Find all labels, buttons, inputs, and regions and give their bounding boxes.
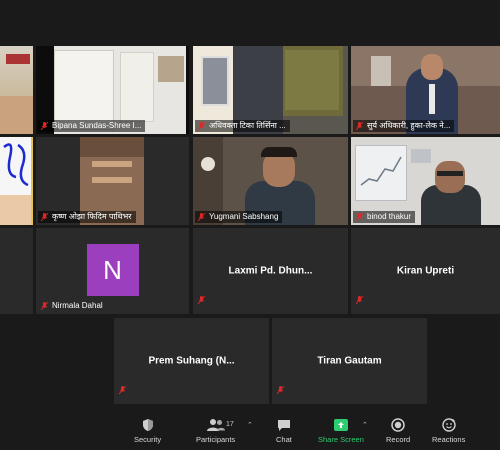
video-tile-partial-left-2[interactable]	[0, 137, 33, 225]
video-tile-bipana[interactable]: Bipana Sundas-Shree I...	[36, 46, 189, 134]
participant-name: सुर्य अधिकारी, हुका-लेक ने...	[367, 121, 451, 130]
video-tile-yugmani[interactable]: Yugmani Sabshang	[193, 137, 348, 225]
security-label: Security	[134, 435, 162, 444]
video-tile-partial-left-1[interactable]	[0, 46, 33, 134]
mic-muted-icon	[40, 121, 49, 131]
participant-name: Nirmala Dahal	[52, 301, 103, 310]
participant-name: अधिवक्ता टिका तिर्सिना ...	[209, 121, 286, 130]
mic-muted-icon	[197, 212, 206, 222]
name-tag: Yugmani Sabshang	[195, 211, 283, 223]
name-tile-kiran[interactable]: Kiran Upreti	[351, 228, 500, 314]
name-tag: Bipana Sundas-Shree I...	[38, 120, 146, 132]
mic-muted-icon	[355, 121, 364, 131]
reactions-button[interactable]: Reactions	[432, 418, 465, 444]
record-icon	[391, 418, 405, 432]
reactions-smiley-icon	[441, 418, 456, 432]
mic-muted-icon	[40, 212, 49, 222]
chat-icon	[277, 420, 290, 431]
participant-name: Kiran Upreti	[396, 265, 455, 277]
participant-name: Prem Suhang (N...	[148, 355, 235, 367]
mic-muted-icon	[40, 301, 49, 311]
mic-muted-icon	[197, 292, 206, 310]
name-tile-laxmi[interactable]: Laxmi Pd. Dhun...	[193, 228, 348, 314]
shield-icon	[142, 419, 153, 431]
security-button[interactable]: Security	[134, 418, 161, 444]
participant-name: Bipana Sundas-Shree I...	[52, 121, 142, 130]
video-tile-surya[interactable]: सुर्य अधिकारी, हुका-लेक ने...	[351, 46, 500, 134]
participants-icon	[206, 419, 225, 431]
name-tag: Nirmala Dahal	[38, 300, 107, 312]
participant-count: 17	[226, 421, 234, 428]
chat-label: Chat	[276, 435, 292, 444]
avatar-tile-nirmala[interactable]: N Nirmala Dahal	[36, 228, 189, 314]
video-tile-tika[interactable]: अधिवक्ता टिका तिर्सिना ...	[193, 46, 348, 134]
name-tag: कृष्ण ओझा फिदिम पाथिभर	[38, 211, 136, 223]
name-tag: सुर्य अधिकारी, हुका-लेक ने...	[353, 120, 455, 132]
share-chevron-up-icon[interactable]: ⌃	[362, 421, 368, 429]
share-screen-label: Share Screen	[318, 435, 364, 444]
record-button[interactable]: Record	[386, 418, 410, 444]
participant-name: Laxmi Pd. Dhun...	[228, 265, 313, 277]
video-tile-krishna[interactable]: कृष्ण ओझा फिदिम पाथिभर	[36, 137, 189, 225]
share-screen-button[interactable]: Share Screen	[318, 418, 364, 444]
participant-name: binod thakur	[367, 212, 412, 221]
reactions-label: Reactions	[432, 435, 466, 444]
mic-muted-icon	[197, 121, 206, 131]
name-tag: अधिवक्ता टिका तिर्सिना ...	[195, 120, 290, 132]
avatar-letter: N	[103, 254, 122, 285]
name-tile-prem[interactable]: Prem Suhang (N...	[114, 318, 269, 404]
participant-name: Tiran Gautam	[317, 355, 382, 367]
tile-partial-left-3[interactable]	[0, 228, 33, 314]
share-screen-icon	[333, 419, 348, 431]
mic-muted-icon	[355, 212, 364, 222]
name-tile-tiran[interactable]: Tiran Gautam	[272, 318, 427, 404]
video-tile-binod[interactable]: binod thakur	[351, 137, 500, 225]
mic-muted-icon	[118, 382, 127, 400]
participant-name: Yugmani Sabshang	[209, 212, 279, 221]
avatar: N	[86, 244, 139, 296]
name-tag: binod thakur	[353, 211, 416, 223]
participants-chevron-up-icon[interactable]: ⌃	[247, 421, 253, 429]
gallery-view: Bipana Sundas-Shree I... अधिवक्ता टिका त…	[0, 0, 500, 415]
record-label: Record	[386, 435, 411, 444]
mic-muted-icon	[355, 292, 364, 310]
participants-label: Participants	[196, 435, 236, 444]
mic-muted-icon	[276, 382, 285, 400]
chat-button[interactable]: Chat	[276, 418, 292, 444]
participant-name: कृष्ण ओझा फिदिम पाथिभर	[52, 212, 132, 221]
